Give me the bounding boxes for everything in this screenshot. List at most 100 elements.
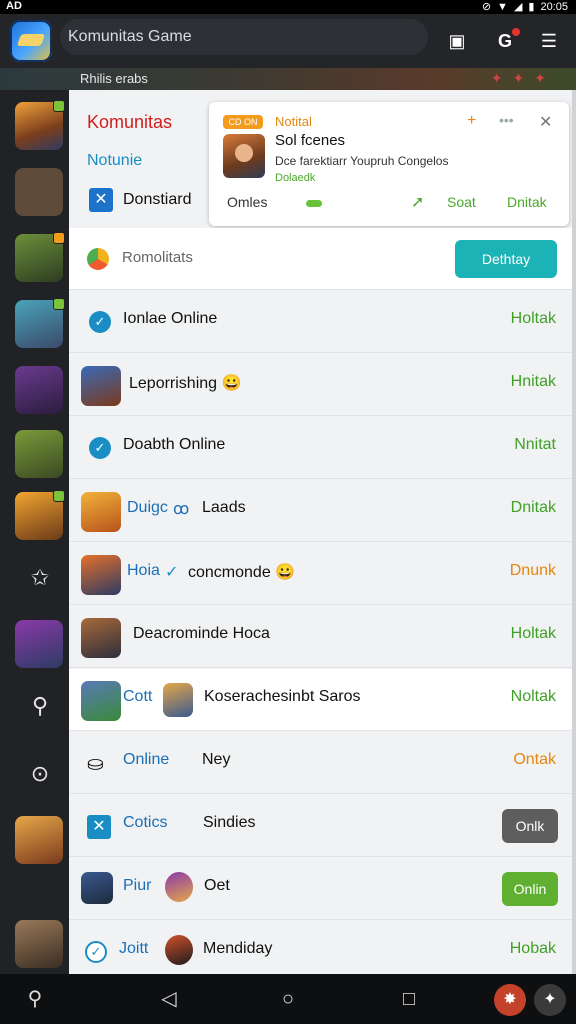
list-item[interactable]: Cott Koserachesinbt Saros Noltak <box>69 669 572 731</box>
menu-item[interactable]: ✕ Donstiard <box>89 188 191 212</box>
row-label: Ionlae Online <box>123 310 218 327</box>
row-prefix: Cott <box>123 688 153 705</box>
share-icon[interactable]: ⚲ <box>20 686 60 726</box>
rail-avatar-7[interactable] <box>15 620 63 668</box>
recents-icon[interactable]: □ <box>394 986 424 1012</box>
app-title[interactable]: Komunitas Game <box>60 19 428 55</box>
hamburger-icon[interactable]: ☰ <box>536 28 562 54</box>
list-item[interactable]: ✕ Cotics Sindies Onlk <box>69 795 572 857</box>
row-action[interactable]: Holtak <box>511 310 556 328</box>
checkbox-icon[interactable]: ✕ <box>89 188 113 212</box>
notification-title: Sol fcenes <box>275 132 346 149</box>
row-label: Leporrishing 😀 <box>129 375 242 392</box>
puzzle-icon[interactable]: ✩ <box>20 558 60 598</box>
list-item[interactable]: ✓ Ionlae Online Holtak <box>69 291 572 353</box>
rail-avatar-1[interactable] <box>15 100 65 150</box>
row-prefix: Online <box>123 751 170 768</box>
notification-card[interactable]: CD ON Notital + ••• ✕ Sol fcenes Dce far… <box>209 102 569 226</box>
community-menu: Komunitas Notunie ✕ Donstiard <box>69 90 209 228</box>
list-item[interactable]: Hoia ✓ concmonde 😀 Dnunk <box>69 543 572 605</box>
square-icon[interactable]: ▣ <box>444 28 470 54</box>
home-icon[interactable]: ○ <box>273 986 303 1012</box>
rail-avatar-2[interactable] <box>15 232 65 282</box>
banner-decoration: ✦✦✦ <box>490 70 556 86</box>
back-icon[interactable]: ◁ <box>154 986 184 1012</box>
online-badge <box>53 232 65 244</box>
main-panel: Komunitas Notunie ✕ Donstiard CD ON Noti… <box>69 90 572 974</box>
menu-title[interactable]: Komunitas <box>87 112 172 133</box>
row-action[interactable]: Ontak <box>513 751 556 769</box>
left-rail: ✩ ⚲ ⊙ <box>0 90 69 974</box>
list-item[interactable]: ⛀ Online Ney Ontak <box>69 732 572 794</box>
settings-icon[interactable]: ⚲ <box>20 986 50 1012</box>
row-action[interactable]: Dnitak <box>511 499 556 517</box>
action-button[interactable]: Onlk <box>502 809 558 843</box>
rail-avatar-3[interactable] <box>15 298 65 348</box>
menu-subtitle[interactable]: Notunie <box>87 152 142 170</box>
notification-foot-mid[interactable]: Soat <box>447 194 476 210</box>
notification-avatar <box>223 134 265 178</box>
check-icon: ✓ <box>85 941 107 963</box>
list-item[interactable]: ✓ Doabth Online Nnitat <box>69 417 572 479</box>
app-logo-icon[interactable] <box>10 20 52 62</box>
notification-body: Dce farektiarr Youpruh Congelos <box>275 154 449 168</box>
checkbox-icon[interactable]: ✕ <box>87 815 111 839</box>
g-icon[interactable]: G <box>492 28 520 54</box>
menu-item-label: Donstiard <box>123 191 192 208</box>
flame-icon[interactable]: ✸ <box>494 984 526 1016</box>
row-action[interactable]: Noltak <box>511 688 556 706</box>
row-label: Deacrominde Hoca <box>133 625 270 642</box>
row-action[interactable]: Nnitat <box>514 436 556 454</box>
list-item[interactable]: Duigc ꝏ Laads Dnitak <box>69 480 572 542</box>
system-nav-bar: ⚲ ◁ ○ □ ✸ ✦ <box>0 974 576 1024</box>
notification-footer: Omles ➚ Soat Dnitak <box>209 190 569 220</box>
status-left: AD <box>6 0 22 12</box>
status-bar: AD ⊘ ▼ ◢ ▮ 20:05 <box>0 0 576 14</box>
arrow-icon[interactable]: ➚ <box>411 192 424 212</box>
game-avatar <box>165 872 193 902</box>
game-avatar <box>165 935 193 965</box>
online-badge <box>53 298 65 310</box>
row-prefix: Duigc <box>127 499 168 516</box>
toggle-pill[interactable] <box>306 200 322 207</box>
bell-icon[interactable]: ✦ <box>534 984 566 1016</box>
notification-status: Dolaedk <box>275 172 316 184</box>
scrollbar[interactable] <box>572 90 576 974</box>
game-avatar <box>81 618 121 658</box>
close-icon[interactable]: ✕ <box>539 112 552 132</box>
community-icon <box>87 248 109 270</box>
plus-icon[interactable]: + <box>467 112 476 130</box>
signal-icon: ◢ <box>513 1 523 13</box>
status-time: 20:05 <box>540 0 568 13</box>
search-text[interactable]: Romolitats <box>122 249 193 266</box>
row-label: Koserachesinbt Saros <box>204 688 361 705</box>
banner-text: Rhilis erabs <box>80 71 148 86</box>
action-button[interactable]: Onlin <box>502 872 558 906</box>
camera-icon[interactable]: ⊙ <box>20 754 60 794</box>
notification-foot-right[interactable]: Dnitak <box>507 194 547 210</box>
rail-guild-icon[interactable] <box>15 168 63 216</box>
rail-avatar-9[interactable] <box>15 920 63 968</box>
rail-avatar-8[interactable] <box>15 816 63 864</box>
rail-avatar-6[interactable] <box>15 490 65 540</box>
more-icon[interactable]: ••• <box>499 112 514 128</box>
primary-button[interactable]: Dethtay <box>455 240 557 278</box>
rail-avatar-5[interactable] <box>15 430 63 478</box>
check-icon: ✓ <box>89 437 111 459</box>
row-action[interactable]: Holtak <box>511 625 556 643</box>
list-item[interactable]: Piur Oet Onlin <box>69 858 572 920</box>
row-label: Doabth Online <box>123 436 226 453</box>
row-action[interactable]: Dnunk <box>510 562 556 580</box>
status-right: ⊘ ▼ ◢ ▮ 20:05 <box>482 0 568 14</box>
rail-avatar-4[interactable] <box>15 366 63 414</box>
battery-icon: ▮ <box>528 1 535 13</box>
app-bar: Komunitas Game ▣ G ☰ <box>0 14 576 68</box>
row-action[interactable]: Hobak <box>510 940 556 958</box>
list-item[interactable]: Deacrominde Hoca Holtak <box>69 606 572 668</box>
row-label: concmonde 😀 <box>188 564 296 581</box>
row-action[interactable]: Hnitak <box>511 373 556 391</box>
list-item[interactable]: Leporrishing 😀 Hnitak <box>69 354 572 416</box>
notification-foot-left[interactable]: Omles <box>227 194 267 210</box>
list-item[interactable]: ✓ Joitt Mendiday Hobak <box>69 921 572 974</box>
row-label: Oet <box>204 877 230 894</box>
